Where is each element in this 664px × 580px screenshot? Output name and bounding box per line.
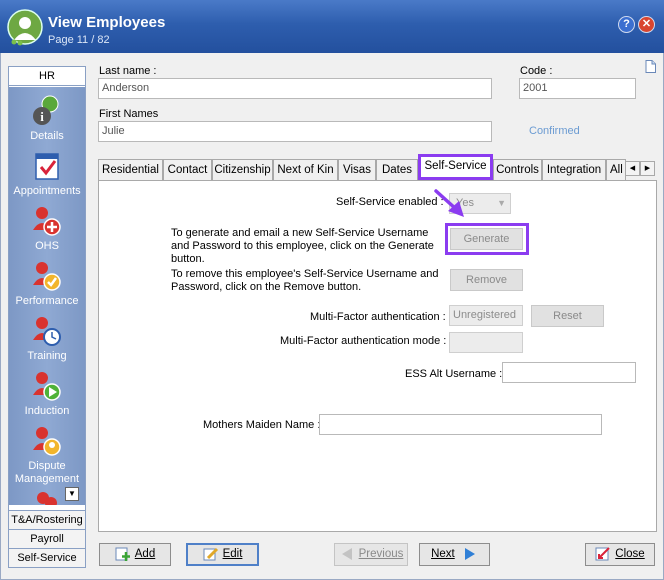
help-button[interactable]: ? — [618, 16, 635, 33]
sidebar-item-label: Induction — [24, 405, 70, 417]
tab-next-of-kin[interactable]: Next of Kin — [273, 159, 338, 180]
sidebar: HR i Details Appointments OHS Performanc… — [8, 66, 86, 568]
edit-icon — [203, 547, 218, 561]
mfa-mode-label: Multi-Factor authentication mode : — [280, 335, 447, 347]
mothers-maiden-name-label: Mothers Maiden Name : — [203, 419, 321, 431]
code-label: Code : — [520, 65, 553, 77]
ess-alt-username-label: ESS Alt Username : — [405, 368, 503, 380]
tab-all[interactable]: All — [606, 159, 626, 180]
sidebar-list: i Details Appointments OHS Performance T… — [9, 87, 85, 505]
tab-scroll-right-button[interactable]: ▶ — [640, 161, 655, 176]
last-name-label: Last name : — [99, 65, 157, 77]
sidebar-scroll-down-button[interactable]: ▼ — [65, 487, 79, 501]
next-button-label: Next — [431, 548, 455, 560]
edit-button[interactable]: Edit — [186, 543, 259, 566]
sidebar-item-induction[interactable]: Induction — [9, 369, 85, 418]
mothers-maiden-name-field[interactable] — [319, 414, 602, 435]
tab-citizenship[interactable]: Citizenship — [212, 159, 273, 180]
person-clock-icon — [33, 317, 61, 346]
window-title: View Employees — [48, 14, 166, 31]
sidebar-item-details[interactable]: i Details — [9, 94, 85, 143]
close-button-label: Close — [615, 548, 645, 560]
sidebar-item-appointments[interactable]: Appointments — [9, 149, 85, 198]
self-service-enabled-label: Self-Service enabled : — [336, 196, 444, 208]
tab-controls[interactable]: Controls — [493, 159, 542, 180]
window-close-button[interactable]: ✕ — [638, 16, 655, 33]
sidebar-item-performance[interactable]: Performance — [9, 259, 85, 308]
generate-instructions: To generate and email a new Self-Service… — [171, 227, 434, 265]
sidebar-item-label: Details — [30, 130, 64, 142]
add-icon — [115, 547, 130, 561]
remove-button[interactable]: Remove — [450, 269, 523, 291]
mfa-status-field: Unregistered — [449, 305, 523, 326]
mfa-mode-field — [449, 332, 523, 353]
next-button[interactable]: Next — [419, 543, 490, 566]
sidebar-section-payroll[interactable]: Payroll — [9, 529, 85, 548]
sidebar-item-label: Dispute Management — [14, 460, 80, 485]
sidebar-item-training[interactable]: Training — [9, 314, 85, 363]
tab-dates[interactable]: Dates — [376, 159, 418, 180]
tab-contact[interactable]: Contact — [163, 159, 212, 180]
sidebar-header-hr[interactable]: HR — [9, 67, 85, 86]
tab-self-service[interactable]: Self-Service — [418, 154, 493, 180]
add-button-label: Add — [134, 548, 156, 560]
add-button[interactable]: Add — [99, 543, 171, 566]
last-name-field[interactable]: Anderson — [98, 78, 492, 99]
code-field[interactable]: 2001 — [519, 78, 636, 99]
edit-button-label: Edit — [222, 548, 243, 560]
close-icon — [595, 547, 611, 561]
ess-alt-username-field[interactable] — [502, 362, 636, 383]
sidebar-item-label: Training — [27, 350, 67, 362]
sidebar-item-dispute-management[interactable]: Dispute Management — [9, 424, 85, 486]
previous-button[interactable]: Previous — [334, 543, 408, 566]
pointer-arrow-icon — [434, 189, 464, 217]
generate-button[interactable]: Generate — [450, 228, 523, 250]
mfa-label: Multi-Factor authentication : — [310, 311, 446, 323]
title-bar: View Employees Page 11 / 82 ? ✕ — [0, 0, 664, 53]
reset-button[interactable]: Reset — [531, 305, 604, 327]
person-play-icon — [33, 372, 61, 401]
calendar-check-icon — [35, 153, 59, 180]
sidebar-section-self-service[interactable]: Self-Service — [9, 548, 85, 567]
sidebar-item-label: OHS — [35, 240, 59, 252]
arrow-left-icon — [341, 547, 352, 560]
tab-visas[interactable]: Visas — [338, 159, 376, 180]
person-group-icon — [33, 427, 61, 456]
first-names-field[interactable]: Julie — [98, 121, 492, 142]
svg-text:i: i — [40, 109, 44, 124]
tab-strip: Residential Contact Citizenship Next of … — [98, 154, 638, 180]
sidebar-item-label: Appointments — [13, 185, 81, 197]
tab-integration[interactable]: Integration — [542, 159, 606, 180]
arrow-right-icon — [464, 547, 475, 560]
previous-button-label: Previous — [358, 548, 404, 560]
remove-instructions: To remove this employee's Self-Service U… — [171, 268, 439, 293]
sidebar-section-ta-rostering[interactable]: T&A/Rostering — [9, 510, 85, 529]
page-indicator: Page 11 / 82 — [48, 34, 110, 46]
person-plus-icon — [33, 207, 61, 236]
tab-scroll-left-button[interactable]: ◀ — [625, 161, 640, 176]
person-check-icon — [33, 262, 61, 291]
chevron-down-icon: ▼ — [497, 198, 506, 208]
first-names-label: First Names — [99, 108, 159, 120]
person-info-icon: i — [33, 95, 59, 125]
sidebar-item-ohs[interactable]: OHS — [9, 204, 85, 253]
close-button[interactable]: Close — [585, 543, 655, 566]
confirmed-status: Confirmed — [529, 125, 580, 137]
document-icon[interactable] — [645, 60, 656, 73]
tab-residential[interactable]: Residential — [98, 159, 163, 180]
employees-app-icon — [7, 9, 43, 46]
person-icon — [37, 492, 57, 505]
sidebar-item-label: Performance — [15, 295, 79, 307]
